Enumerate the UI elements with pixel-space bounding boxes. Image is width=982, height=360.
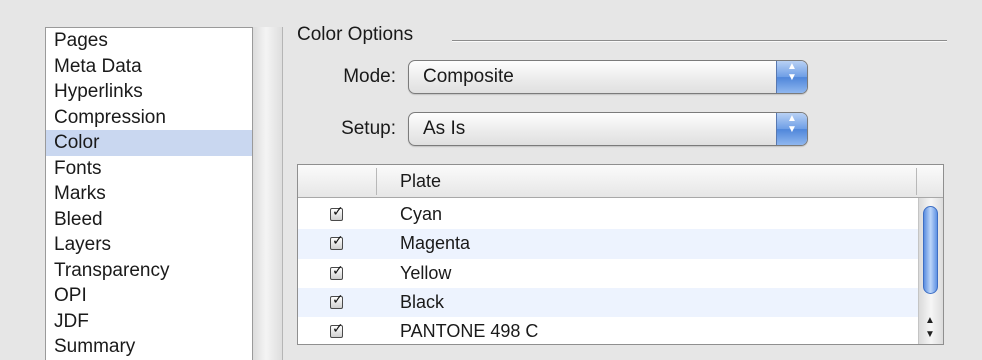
check-icon: ✓	[332, 320, 344, 337]
table-row[interactable]: ✓ PANTONE 498 C	[298, 317, 918, 344]
category-item-transparency[interactable]: Transparency	[46, 258, 252, 284]
scroll-up-arrow-icon[interactable]: ▲	[925, 316, 935, 326]
plate-checkbox-black[interactable]: ✓	[330, 292, 344, 309]
check-icon: ✓	[332, 203, 344, 219]
plate-checkbox-yellow[interactable]: ✓	[330, 263, 344, 280]
table-row[interactable]: ✓ Black	[298, 287, 918, 318]
category-list[interactable]: Pages Meta Data Hyperlinks Compression C…	[45, 27, 253, 360]
category-item-jdf[interactable]: JDF	[46, 309, 252, 335]
header-separator	[376, 168, 377, 195]
check-icon: ✓	[332, 290, 344, 307]
plate-column-header[interactable]: Plate	[400, 165, 441, 198]
category-item-bleed[interactable]: Bleed	[46, 207, 252, 233]
plates-table[interactable]: Plate ✓ Cyan ✓ Magenta ✓ Yellow ✓ Black …	[297, 164, 944, 345]
mode-popup[interactable]: Composite ▲ ▼	[408, 60, 808, 94]
category-item-layers[interactable]: Layers	[46, 232, 252, 258]
check-icon: ✓	[332, 261, 344, 278]
plate-checkbox-pantone-498-c[interactable]: ✓	[330, 321, 344, 339]
group-divider	[452, 40, 947, 42]
plate-name: Cyan	[400, 204, 443, 224]
print-settings-panel: Pages Meta Data Hyperlinks Compression C…	[0, 0, 982, 360]
setup-popup[interactable]: As Is ▲ ▼	[408, 112, 808, 146]
category-list-scrollbar[interactable]	[253, 27, 283, 360]
color-options-title: Color Options	[297, 24, 414, 45]
category-item-fonts[interactable]: Fonts	[46, 156, 252, 182]
up-down-chevron-icon: ▲ ▼	[776, 61, 807, 93]
plate-checkbox-magenta[interactable]: ✓	[330, 233, 344, 251]
header-separator	[916, 168, 917, 195]
plate-name: Black	[400, 291, 445, 312]
plates-scrollbar[interactable]: ▲ ▼	[918, 198, 943, 344]
category-item-pages[interactable]: Pages	[46, 28, 252, 54]
plate-checkbox-cyan[interactable]: ✓	[330, 204, 344, 221]
scroll-down-arrow-icon[interactable]: ▼	[925, 330, 935, 340]
plate-name: Yellow	[400, 262, 452, 283]
setup-label: Setup:	[341, 118, 396, 139]
category-item-marks[interactable]: Marks	[46, 181, 252, 207]
category-item-color[interactable]: Color	[46, 130, 252, 156]
mode-label: Mode:	[343, 66, 396, 87]
plate-name: PANTONE 498 C	[400, 321, 539, 342]
category-item-meta-data[interactable]: Meta Data	[46, 54, 252, 80]
plate-name: Magenta	[400, 233, 471, 254]
table-row[interactable]: ✓ Cyan	[298, 200, 918, 229]
category-item-hyperlinks[interactable]: Hyperlinks	[46, 79, 252, 105]
plates-table-header: Plate	[298, 165, 943, 198]
category-item-summary[interactable]: Summary	[46, 334, 252, 360]
table-row[interactable]: ✓ Yellow	[298, 259, 918, 288]
category-item-opi[interactable]: OPI	[46, 283, 252, 309]
category-item-compression[interactable]: Compression	[46, 105, 252, 131]
check-icon: ✓	[332, 232, 344, 249]
setup-value: As Is	[423, 118, 466, 139]
up-down-chevron-icon: ▲ ▼	[776, 113, 807, 145]
table-row[interactable]: ✓ Magenta	[298, 229, 918, 259]
mode-value: Composite	[423, 66, 514, 87]
scrollbar-thumb[interactable]	[923, 206, 938, 294]
